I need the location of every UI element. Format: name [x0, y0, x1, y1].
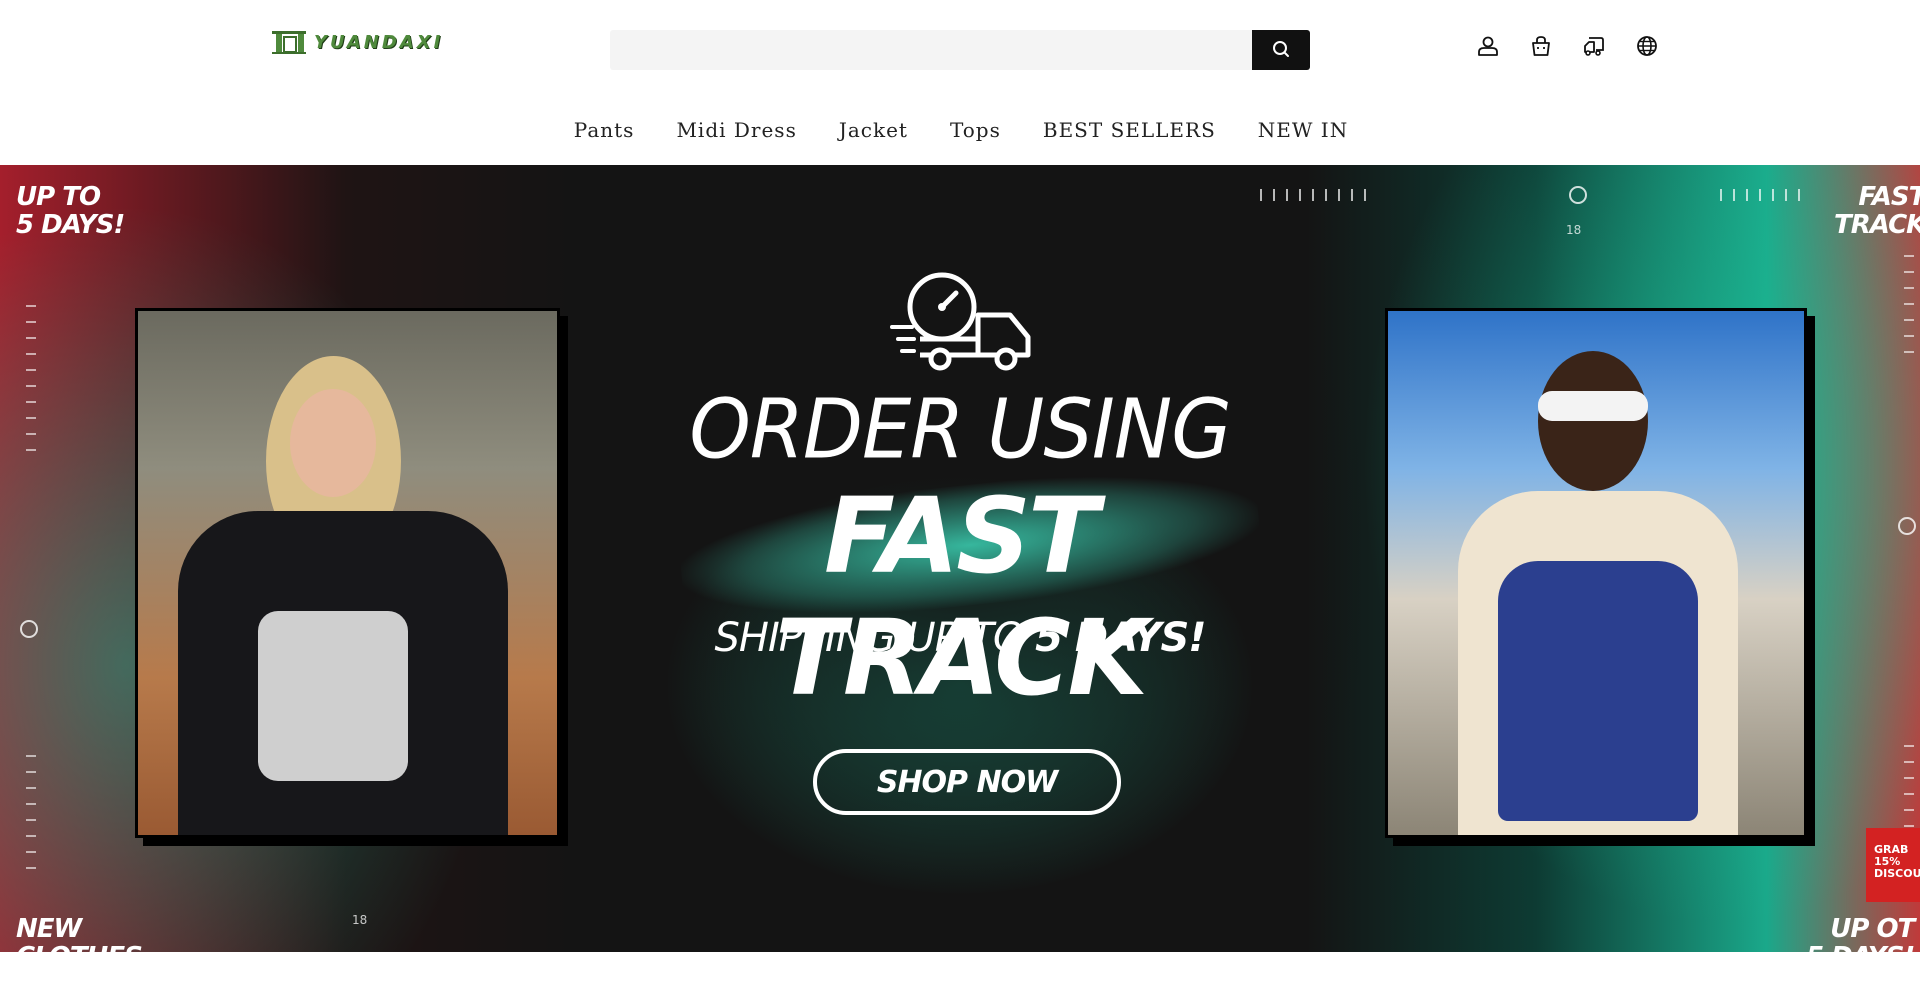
- hero-center: ORDER USING FAST TRACK SHIPPING UP TO 5 …: [640, 265, 1280, 825]
- hero-ticks-left: [26, 305, 36, 451]
- hero-ring-right: [1898, 517, 1916, 535]
- search-input[interactable]: [610, 30, 1252, 70]
- hero-ticks-right-bottom: [1904, 745, 1914, 827]
- hero-ring-left: [20, 620, 38, 638]
- nav-item-best-sellers[interactable]: BEST SELLERS: [1041, 118, 1216, 142]
- hero-ticks-top-right: [1720, 189, 1800, 201]
- hero-badge-top: 18: [1566, 223, 1582, 237]
- hero-subheadline-bold: 5 DAYS!: [1035, 615, 1206, 661]
- logo-mark-icon: [270, 28, 308, 56]
- cart-icon[interactable]: [1528, 33, 1554, 59]
- hero-badge-bottom: 18: [352, 913, 368, 927]
- hero-ring-top: [1569, 186, 1587, 204]
- hero-photo-man-wave-tee: [1385, 308, 1807, 838]
- man-head: [1538, 351, 1648, 491]
- hoodie-print: [258, 611, 408, 781]
- hero-photo-woman-hoodie: [135, 308, 560, 838]
- hero-subheadline-prefix: SHIPPING UP TO: [714, 615, 1036, 661]
- hero-headline-2: FAST TRACK: [774, 475, 1148, 719]
- main-nav: Pants Midi Dress Jacket Tops BEST SELLER…: [0, 118, 1920, 142]
- nav-item-midi-dress[interactable]: Midi Dress: [674, 118, 796, 142]
- shop-now-button[interactable]: SHOP NOW: [813, 749, 1121, 815]
- account-icon[interactable]: [1475, 33, 1501, 59]
- hero-ticks-top: [1260, 189, 1366, 201]
- site-header: YUANDAXI Pants Midi Dress Jacket Tops BE…: [0, 0, 1920, 165]
- hero-corner-bottom-right: UP OT 5 DAYS!: [1806, 914, 1915, 952]
- delivery-truck-icon: [890, 265, 1040, 375]
- sunglasses: [1538, 391, 1648, 421]
- nav-item-tops[interactable]: Tops: [948, 118, 1001, 142]
- hero-corner-top-left: UP TO 5 DAYS!: [16, 182, 125, 240]
- search-form: [610, 30, 1310, 70]
- search-icon: [1272, 40, 1290, 61]
- nav-item-jacket[interactable]: Jacket: [837, 118, 908, 142]
- nav-item-new-in[interactable]: NEW IN: [1256, 118, 1348, 142]
- hero-ticks-left-bottom: [26, 755, 36, 869]
- language-icon[interactable]: [1634, 33, 1660, 59]
- brand-logo[interactable]: YUANDAXI: [270, 28, 443, 56]
- brand-name: YUANDAXI: [314, 31, 444, 53]
- order-tracking-icon[interactable]: [1581, 33, 1607, 59]
- hero-corner-bottom-left: NEW CLOTHES: [16, 914, 143, 952]
- nav-item-pants[interactable]: Pants: [572, 118, 635, 142]
- hero-corner-top-right: FAST TRACK: [1834, 182, 1920, 240]
- search-button[interactable]: [1252, 30, 1310, 70]
- tshirt-wave-print: [1498, 561, 1698, 821]
- hero-subheadline: SHIPPING UP TO 5 DAYS!: [640, 615, 1280, 661]
- discount-tab[interactable]: GRAB 15% DISCOU: [1866, 828, 1920, 902]
- hero-ticks-right: [1904, 255, 1914, 353]
- hero-banner[interactable]: UP TO 5 DAYS! FAST TRACK NEW CLOTHES UP …: [0, 165, 1920, 952]
- header-icons: [1475, 33, 1660, 59]
- page-bottom-strip: [0, 952, 1920, 993]
